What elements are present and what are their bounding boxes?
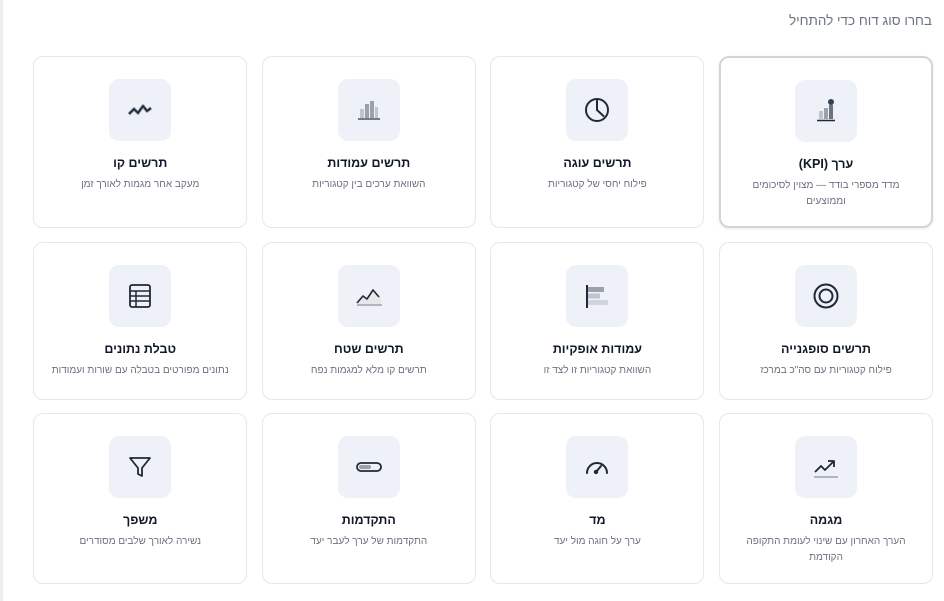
card-title: מגמה [809, 513, 843, 527]
report-type-trend[interactable]: מגמה הערך האחרון עם שינוי לעומת התקופה ה… [719, 413, 933, 584]
kpi-icon [795, 80, 857, 142]
card-description: תרשים קו מלא למגמות נפח [310, 364, 427, 376]
report-type-grid: ערך (KPI) מדד מספרי בודד — מצוין לסיכומי… [33, 56, 933, 584]
report-type-area[interactable]: תרשים שטח תרשים קו מלא למגמות נפח [261, 241, 476, 400]
donut-chart-icon [795, 264, 857, 327]
card-description: מעקב אחר מגמות לאורך זמן [81, 179, 200, 190]
card-title: תרשים קו [113, 156, 168, 170]
report-type-table[interactable]: טבלת נתונים נתונים מפורטים בטבלה עם שורו… [33, 241, 248, 400]
card-title: משפך [123, 513, 158, 527]
card-description: נתונים מפורטים בטבלה עם שורות ועמודות [51, 364, 229, 376]
card-title: התקדמות [341, 513, 396, 527]
report-type-funnel[interactable]: משפך נשירה לאורך שלבים מסודרים [33, 413, 248, 584]
report-type-kpi[interactable]: ערך (KPI) מדד מספרי בודד — מצוין לסיכומי… [719, 56, 933, 228]
funnel-icon [109, 436, 172, 498]
card-title: תרשים שטח [333, 341, 404, 356]
page-instruction: בחרו סוג דוח כדי להתחיל [788, 13, 932, 28]
card-title: תרשים עמודות [327, 156, 411, 170]
report-type-pie[interactable]: תרשים עוגה פילוח יחסי של קטגוריות [490, 56, 705, 228]
report-type-line[interactable]: תרשים קו מעקב אחר מגמות לאורך זמן [33, 56, 248, 228]
table-icon [109, 264, 172, 327]
line-chart-icon [109, 79, 172, 141]
gauge-icon [566, 436, 629, 498]
card-description: השוואת קטגוריות זו לצד זו [543, 364, 652, 376]
left-panel-edge [0, 0, 3, 601]
report-type-progress[interactable]: התקדמות התקדמות של ערך לעבר יעד [261, 413, 476, 584]
card-title: תרשים סופגנייה [781, 341, 872, 356]
card-description: פילוח קטגוריות עם סה"כ במרכז [760, 364, 892, 376]
card-title: תרשים עוגה [563, 156, 632, 170]
report-type-gauge[interactable]: מד ערך על חוגה מול יעד [490, 413, 705, 584]
pie-chart-icon [566, 79, 629, 141]
card-description: מדד מספרי בודד — מצוין לסיכומים וממוצעים [752, 180, 900, 207]
report-type-horizontal-bars[interactable]: עמודות אופקיות השוואת קטגוריות זו לצד זו [490, 241, 705, 400]
card-title: טבלת נתונים [104, 341, 177, 356]
report-type-donut[interactable]: תרשים סופגנייה פילוח קטגוריות עם סה"כ במ… [719, 241, 933, 400]
card-description: נשירה לאורך שלבים מסודרים [79, 536, 201, 547]
card-title: מד [589, 513, 606, 527]
card-description: ערך על חוגה מול יעד [553, 536, 641, 547]
card-description: התקדמות של ערך לעבר יעד [310, 536, 428, 547]
horizontal-bars-icon [566, 264, 629, 327]
report-type-bar[interactable]: תרשים עמודות השוואת ערכים בין קטגוריות [261, 56, 476, 228]
card-title: עמודות אופקיות [552, 341, 643, 356]
trend-icon [795, 436, 857, 498]
card-description: הערך האחרון עם שינוי לעומת התקופה הקודמת [746, 536, 906, 563]
card-description: השוואת ערכים בין קטגוריות [312, 179, 426, 190]
card-description: פילוח יחסי של קטגוריות [548, 179, 647, 190]
progress-bar-icon [337, 436, 400, 498]
bar-chart-icon [337, 79, 400, 141]
card-title: ערך (KPI) [798, 157, 854, 171]
area-chart-icon [337, 264, 400, 327]
